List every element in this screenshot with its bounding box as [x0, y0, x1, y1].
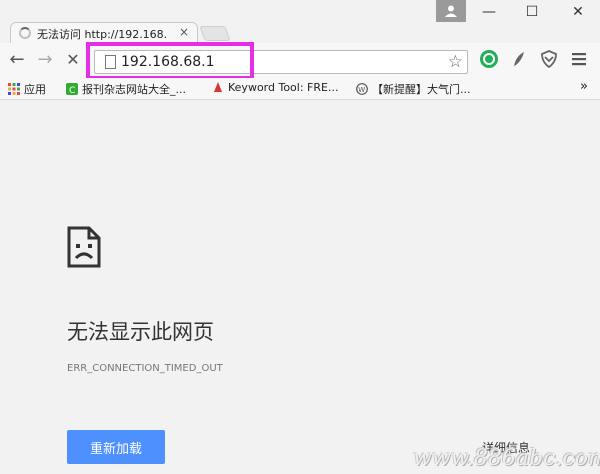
extension-leaf-icon[interactable] [508, 48, 530, 70]
bookmark-magazines[interactable]: C 报刊杂志网站大全_... [66, 81, 186, 97]
forward-button[interactable]: → [34, 50, 56, 70]
menu-icon[interactable] [568, 48, 590, 70]
loading-spinner-icon [19, 27, 31, 39]
minimize-button[interactable]: — [474, 4, 504, 20]
watermark: www.886abc.com [413, 446, 600, 471]
bookmark-keyword-tool[interactable]: Keyword Tool: FRE... [212, 81, 338, 94]
apps-grid-icon [8, 83, 20, 95]
error-code: ERR_CONNECTION_TIMED_OUT [67, 363, 223, 374]
site-red-icon [214, 82, 222, 92]
error-page: 无法显示此网页 ERR_CONNECTION_TIMED_OUT 重新加载 详细… [0, 101, 600, 474]
svg-text:W: W [358, 86, 365, 94]
close-window-button[interactable]: ✕ [563, 4, 593, 20]
bookmark-label: 【新提醒】大气门... [372, 83, 471, 96]
url-highlight-box [86, 42, 254, 80]
bookmarks-bar: 应用 C 报刊杂志网站大全_... Keyword Tool: FRE... W… [0, 78, 600, 100]
new-tab-button[interactable] [199, 26, 231, 41]
title-bar: 无法访问 http://192.168. × — ☐ ✕ [0, 0, 600, 43]
person-icon [445, 5, 457, 17]
more-bookmarks-button[interactable]: » [580, 79, 588, 94]
wordpress-icon: W [356, 83, 368, 95]
bookmark-label: Keyword Tool: FRE... [228, 81, 339, 94]
profile-button[interactable] [436, 0, 466, 22]
bookmark-label: 应用 [24, 83, 46, 96]
extension-green-icon[interactable] [478, 48, 500, 70]
bookmark-reminder[interactable]: W 【新提醒】大气门... [356, 81, 471, 97]
browser-tab[interactable]: 无法访问 http://192.168. × [10, 22, 198, 43]
back-button[interactable]: ← [6, 50, 28, 70]
maximize-button[interactable]: ☐ [517, 4, 547, 20]
svg-text:C: C [69, 86, 75, 95]
stop-button[interactable]: ✕ [62, 50, 84, 70]
bookmark-label: 报刊杂志网站大全_... [82, 83, 186, 96]
sad-page-icon [67, 226, 101, 268]
site-green-icon: C [66, 83, 78, 95]
tab-title: 无法访问 http://192.168. [37, 28, 168, 41]
reload-button[interactable]: 重新加载 [67, 430, 165, 464]
tab-close-icon[interactable]: × [179, 25, 189, 39]
bookmark-star-icon[interactable]: ☆ [448, 52, 463, 72]
extension-shield-icon[interactable] [538, 48, 560, 70]
bookmark-apps[interactable]: 应用 [8, 81, 46, 97]
error-title: 无法显示此网页 [67, 320, 214, 344]
